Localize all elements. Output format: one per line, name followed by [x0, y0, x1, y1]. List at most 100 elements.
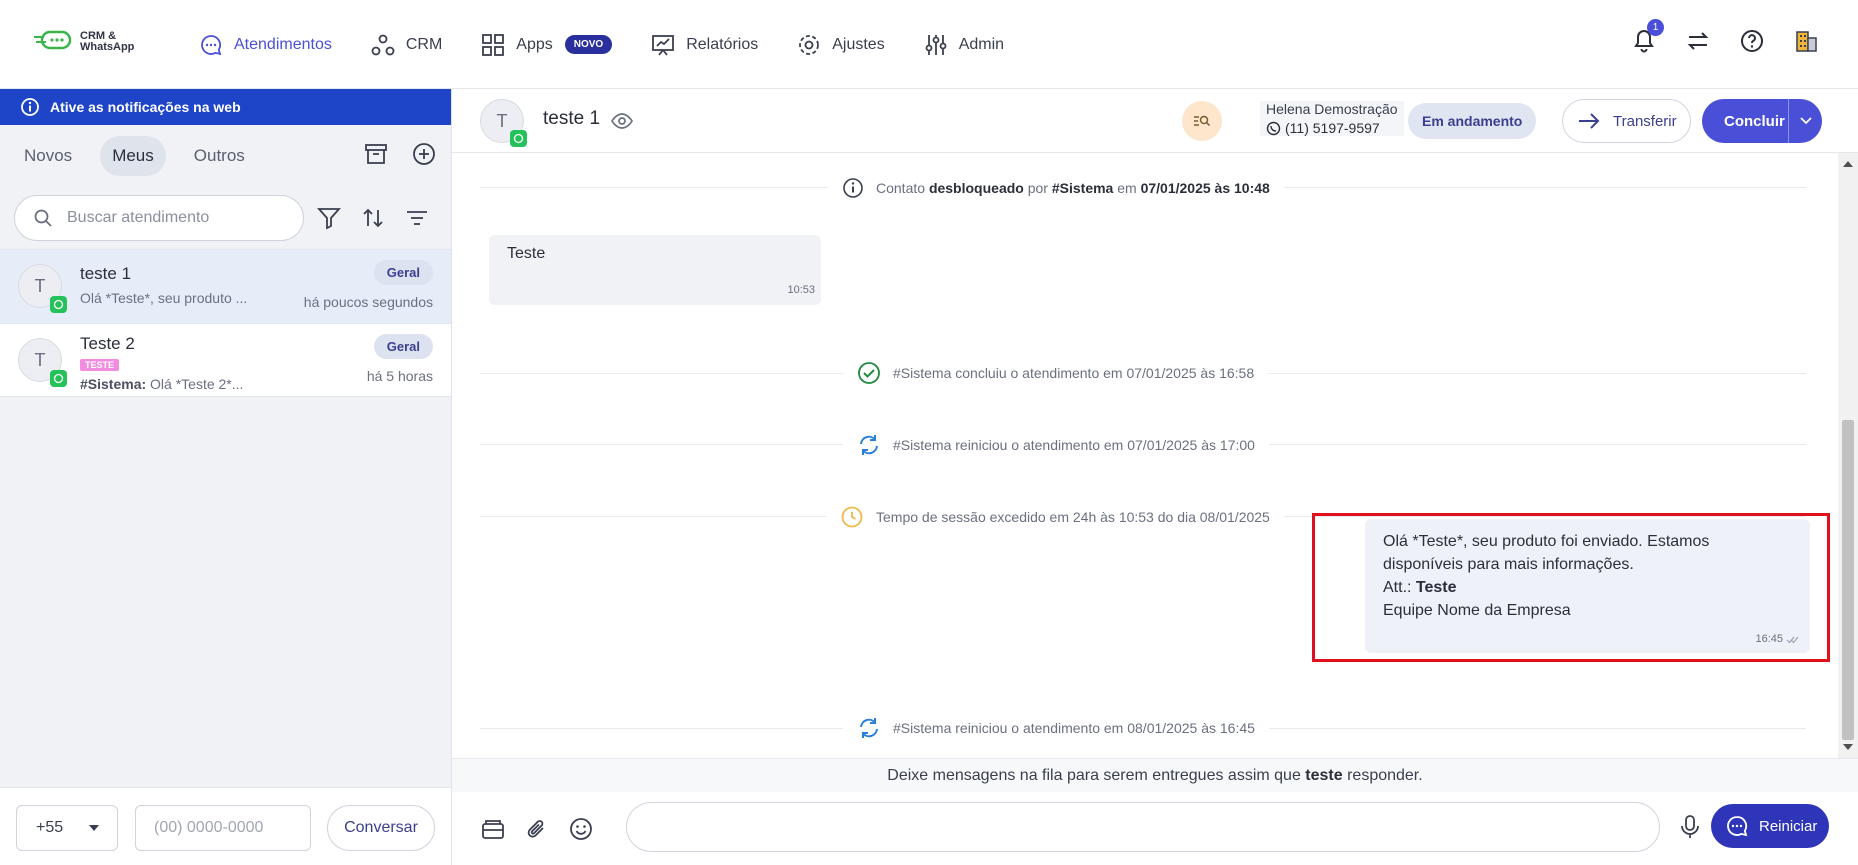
archive-icon[interactable] [363, 141, 389, 167]
logo-icon [34, 30, 72, 50]
system-event: Tempo de sessão excedido em 24h às 10:53… [826, 505, 1284, 529]
message-input[interactable] [626, 802, 1660, 852]
scroll-up-arrow[interactable] [1843, 161, 1853, 167]
tab-outros[interactable]: Outros [182, 136, 257, 176]
microphone-icon[interactable] [1680, 814, 1700, 840]
contact-name[interactable]: teste 1 [543, 108, 600, 130]
conversation-item[interactable]: T teste 1 Olá *Teste*, seu produto ... G… [0, 249, 451, 323]
phone-input[interactable] [154, 819, 304, 837]
message-time: 10:53 [787, 284, 815, 296]
nav-label: Atendimentos [234, 35, 332, 53]
system-event: #Sistema reiniciou o atendimento em 07/0… [843, 433, 1269, 457]
restart-button[interactable]: Reiniciar [1711, 804, 1829, 848]
nav-apps[interactable]: Apps NOVO [480, 32, 613, 58]
whatsapp-icon [510, 130, 527, 147]
nav-crm[interactable]: CRM [370, 32, 442, 58]
transfer-button[interactable]: Transferir [1562, 99, 1691, 143]
start-conversation-button[interactable]: Conversar [327, 805, 435, 851]
conversation-sidebar: Ative as notificações na web Novos Meus … [0, 89, 452, 865]
country-code-select[interactable]: +55 [16, 805, 118, 851]
nav-admin[interactable]: Admin [923, 32, 1004, 58]
conclude-options-toggle[interactable] [1789, 117, 1822, 125]
phone-field[interactable] [135, 805, 311, 851]
web-notifications-banner[interactable]: Ative as notificações na web [0, 89, 451, 125]
check-circle-icon [858, 362, 880, 384]
notifications-button[interactable]: 1 [1630, 19, 1664, 55]
emoji-icon[interactable] [568, 816, 594, 842]
agent-phone: (11) 5197-9597 [1285, 120, 1380, 136]
notification-count: 1 [1647, 19, 1664, 36]
paperclip-icon[interactable] [524, 816, 550, 842]
conversation-name: teste 1 [80, 264, 132, 283]
agent-name: Helena Demostração [1266, 101, 1398, 117]
system-event: #Sistema concluiu o atendimento em 07/01… [843, 361, 1269, 385]
refresh-icon [860, 718, 878, 738]
add-circle-icon[interactable] [411, 141, 437, 167]
search-tools [316, 205, 430, 231]
country-code-value: +55 [36, 819, 64, 836]
swap-arrows-icon [1687, 32, 1709, 50]
system-event: #Sistema reiniciou o atendimento em 08/0… [843, 716, 1269, 740]
whatsapp-icon [50, 296, 67, 313]
conversation-item[interactable]: T Teste 2 TESTE #Sistema: Olá *Teste 2*.… [0, 323, 451, 397]
agent-info[interactable]: Helena Demostração (11) 5197-9597 [1260, 101, 1404, 136]
chevron-down-icon [89, 825, 99, 831]
event-text: #Sistema concluiu o atendimento em 07/01… [893, 365, 1255, 381]
nav-label: Admin [958, 35, 1005, 53]
filter-lines-icon[interactable] [404, 205, 430, 231]
agent-phone-row: (11) 5197-9597 [1266, 120, 1398, 136]
tab-meus[interactable]: Meus [100, 136, 166, 176]
arrow-right-icon [1579, 113, 1600, 129]
nav-relatorios[interactable]: Relatórios [650, 32, 758, 58]
new-conversation-bar: +55 Conversar [0, 787, 451, 865]
search-icon [34, 209, 52, 227]
event-text: Contato desbloqueado por #Sistema em 07/… [876, 180, 1270, 196]
message-scrollbar[interactable] [1838, 153, 1858, 758]
whatsapp-icon [1266, 121, 1281, 135]
queue-tag: Geral [373, 334, 433, 359]
queue-tag: Geral [373, 260, 433, 285]
chat-bubble-icon [201, 34, 222, 55]
scroll-thumb[interactable] [1842, 420, 1854, 740]
event-text: Tempo de sessão excedido em 24h às 10:53… [876, 509, 1270, 525]
sliders-icon [925, 34, 947, 55]
event-text: #Sistema reiniciou o atendimento em 08/0… [893, 720, 1255, 736]
conversation-preview: #Sistema: Olá *Teste 2*... [80, 376, 243, 392]
top-nav: CRM & WhatsApp Atendimentos CRM Apps NOV… [0, 0, 1858, 89]
nav-atendimentos[interactable]: Atendimentos [198, 32, 332, 58]
search-box[interactable] [14, 195, 304, 241]
eye-icon[interactable] [610, 109, 634, 133]
preview-text: Olá *Teste 2*... [150, 376, 244, 392]
help-button[interactable] [1738, 27, 1766, 55]
nav-label: CRM [405, 35, 443, 53]
app-logo[interactable]: CRM & WhatsApp [34, 28, 134, 56]
company-button[interactable] [1792, 27, 1820, 55]
search-input[interactable] [67, 209, 287, 227]
chat-header: T teste 1 Helena Demostração (11) 5197-9… [452, 89, 1858, 153]
chat-panel: T teste 1 Helena Demostração (11) 5197-9… [452, 89, 1858, 865]
switch-button[interactable] [1684, 27, 1712, 55]
scroll-down-arrow[interactable] [1843, 744, 1853, 750]
search-list-icon [1194, 115, 1211, 127]
banner-text: Ative as notificações na web [50, 99, 241, 115]
tab-novos[interactable]: Novos [12, 136, 84, 176]
whatsapp-icon [50, 370, 67, 387]
conversation-tabs: Novos Meus Outros [0, 125, 451, 187]
highlight-box [1312, 513, 1830, 662]
incoming-message[interactable]: Teste 10:53 [489, 235, 821, 305]
sort-arrows-icon[interactable] [360, 205, 386, 231]
preview-prefix: #Sistema: [80, 376, 147, 392]
info-icon [843, 178, 863, 198]
conversation-preview: Olá *Teste*, seu produto ... [80, 290, 248, 306]
message-text: Teste [507, 245, 546, 262]
search-messages-button[interactable] [1182, 101, 1222, 141]
search-row [0, 187, 451, 249]
conclude-button[interactable]: Concluir [1702, 99, 1822, 143]
nav-label: Ajustes [832, 35, 885, 53]
quick-replies-icon[interactable] [480, 816, 506, 842]
nav-ajustes[interactable]: Ajustes [796, 32, 885, 58]
filter-funnel-icon[interactable] [316, 205, 342, 231]
composer-tools [480, 816, 594, 842]
building-icon [1796, 31, 1817, 52]
help-circle-icon [1741, 30, 1763, 52]
